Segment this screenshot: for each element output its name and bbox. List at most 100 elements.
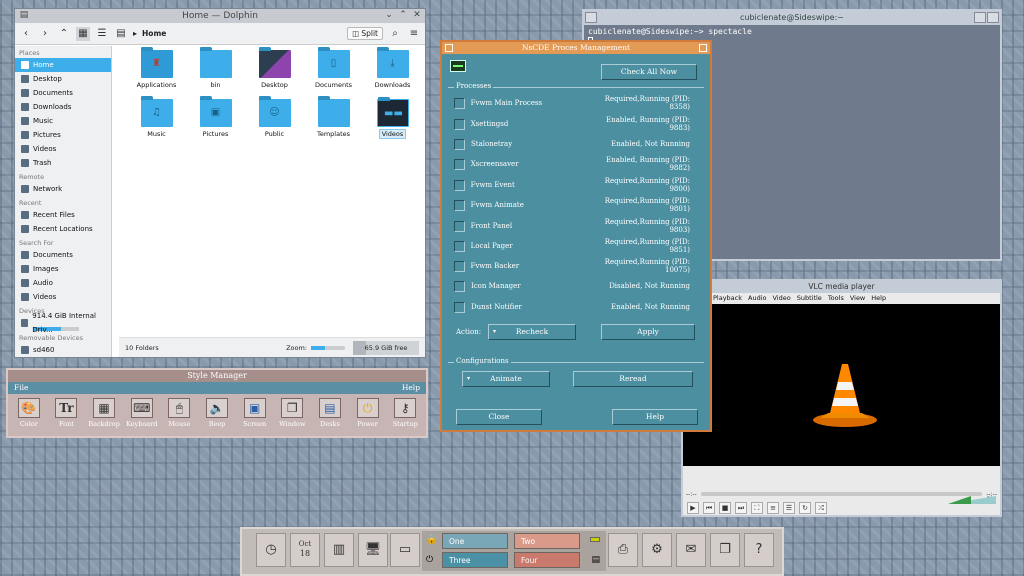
menu-subtitle[interactable]: Subtitle: [797, 293, 822, 304]
folder-pictures[interactable]: ▣ Pictures: [186, 96, 245, 138]
style-backdrop-button[interactable]: ▦ Backdrop: [85, 398, 123, 428]
sidebar-item-search-audio[interactable]: Audio: [15, 276, 111, 290]
check-all-now-button[interactable]: Check All Now: [601, 64, 697, 80]
minimize-icon[interactable]: ⌄: [383, 10, 395, 21]
power-icon[interactable]: ⏻: [426, 555, 433, 565]
menu-file[interactable]: File: [14, 382, 28, 394]
close-icon[interactable]: ✕: [411, 10, 423, 21]
sidebar-item-search-images[interactable]: Images: [15, 262, 111, 276]
sidebar-item-downloads[interactable]: Downloads: [15, 100, 111, 114]
network-manager-icon[interactable]: ⚙: [642, 533, 672, 567]
process-checkbox[interactable]: [454, 179, 465, 191]
folder-music[interactable]: ♫ Music: [127, 96, 186, 138]
maximize-icon[interactable]: ⌃: [397, 10, 409, 21]
process-manager-titlebar[interactable]: NsCDE Proces Management: [442, 42, 710, 54]
process-checkbox[interactable]: [454, 240, 465, 252]
fullscreen-button[interactable]: ⛶: [751, 502, 763, 514]
window-menu-icon[interactable]: ▤: [18, 10, 30, 21]
mail-icon[interactable]: ✉: [676, 533, 706, 567]
action-dropdown[interactable]: ▾ Recheck: [488, 324, 576, 340]
apply-button[interactable]: Apply: [601, 324, 695, 340]
style-power-button[interactable]: ⏻ Power: [349, 398, 387, 428]
sidebar-item-search-documents[interactable]: Documents: [15, 248, 111, 262]
window-menu-icon[interactable]: [445, 44, 453, 52]
hamburger-menu-icon[interactable]: ≡: [407, 27, 421, 41]
sidebar-item-internal-drive[interactable]: 914.4 GiB Internal Driv...: [15, 312, 111, 334]
process-checkbox[interactable]: [454, 138, 465, 150]
playlist-button[interactable]: ☰: [783, 502, 795, 514]
sidebar-item-sd460[interactable]: sd460: [15, 343, 111, 357]
style-startup-button[interactable]: ⚷ Startup: [386, 398, 424, 428]
clock-icon[interactable]: ◷: [256, 533, 286, 567]
style-desks-button[interactable]: ▤ Desks: [311, 398, 349, 428]
sidebar-item-network[interactable]: Network: [15, 182, 111, 196]
help-icon[interactable]: ?: [744, 533, 774, 567]
configuration-dropdown[interactable]: ▾ Animate: [462, 371, 550, 387]
breadcrumb[interactable]: Home: [142, 29, 166, 38]
stop-button[interactable]: ■: [719, 502, 731, 514]
style-manager-titlebar[interactable]: Style Manager: [8, 370, 426, 382]
menu-video[interactable]: Video: [773, 293, 791, 304]
menu-help[interactable]: Help: [402, 382, 420, 394]
lock-icon[interactable]: 🔒: [426, 535, 437, 545]
process-checkbox[interactable]: [454, 301, 465, 313]
folder-public[interactable]: ☺ Public: [245, 96, 304, 138]
close-button[interactable]: Close: [456, 409, 542, 425]
style-font-button[interactable]: Tr Font: [48, 398, 86, 428]
sidebar-item-videos[interactable]: Videos: [15, 142, 111, 156]
previous-button[interactable]: ⏮: [703, 502, 715, 514]
play-button[interactable]: ▶: [687, 502, 699, 514]
terminal-icon[interactable]: 🖥: [358, 533, 388, 567]
style-beep-button[interactable]: 🔈 Beep: [198, 398, 236, 428]
icons-view-icon[interactable]: ▦: [76, 26, 90, 41]
sidebar-item-search-videos[interactable]: Videos: [15, 290, 111, 304]
sidebar-item-recent-locations[interactable]: Recent Locations: [15, 222, 111, 236]
sidebar-item-pictures[interactable]: Pictures: [15, 128, 111, 142]
shuffle-button[interactable]: ⤮: [815, 502, 827, 514]
details-view-icon[interactable]: ▤: [114, 27, 128, 41]
sidebar-item-trash[interactable]: Trash: [15, 156, 111, 170]
sidebar-item-home[interactable]: Home: [15, 58, 111, 72]
terminal-titlebar[interactable]: cubiclenate@Sideswipe:~: [584, 11, 1000, 25]
maximize-icon[interactable]: [987, 12, 999, 23]
process-checkbox[interactable]: [454, 260, 465, 272]
minimize-icon[interactable]: [699, 44, 707, 52]
menu-audio[interactable]: Audio: [748, 293, 766, 304]
compact-view-icon[interactable]: ☰: [95, 27, 109, 41]
sidebar-item-music[interactable]: Music: [15, 114, 111, 128]
folder-downloads[interactable]: ⤓ Downloads: [363, 47, 422, 89]
split-button[interactable]: ◫ Split: [347, 27, 383, 40]
sidebar-item-recent-files[interactable]: Recent Files: [15, 208, 111, 222]
system-info-icon[interactable]: ▤: [591, 555, 600, 565]
style-screen-button[interactable]: ▣ Screen: [236, 398, 274, 428]
workspace-two-button[interactable]: Two: [514, 533, 580, 549]
process-checkbox[interactable]: [454, 280, 465, 292]
process-checkbox[interactable]: [454, 220, 465, 232]
workspace-one-button[interactable]: One: [442, 533, 508, 549]
workspace-three-button[interactable]: Three: [442, 552, 508, 568]
menu-tools[interactable]: Tools: [828, 293, 844, 304]
dolphin-titlebar[interactable]: ▤ Home — Dolphin ⌄ ⌃ ✕: [15, 9, 425, 23]
free-space-indicator[interactable]: 65.9 GiB free: [353, 340, 419, 355]
up-icon[interactable]: ⌃: [57, 27, 71, 41]
reread-button[interactable]: Reread: [573, 371, 693, 387]
sidebar-item-documents[interactable]: Documents: [15, 86, 111, 100]
back-icon[interactable]: ‹: [19, 27, 33, 41]
next-button[interactable]: ⏭: [735, 502, 747, 514]
style-window-button[interactable]: ❐ Window: [273, 398, 311, 428]
zoom-slider[interactable]: [311, 345, 345, 350]
process-checkbox[interactable]: [454, 158, 465, 170]
forward-icon[interactable]: ›: [38, 27, 52, 41]
process-checkbox[interactable]: [454, 199, 465, 211]
process-checkbox[interactable]: [454, 97, 465, 109]
help-button[interactable]: Help: [612, 409, 698, 425]
volume-slider[interactable]: 0%: [942, 496, 996, 514]
window-menu-icon[interactable]: [585, 12, 597, 23]
folder-bin[interactable]: bin: [186, 47, 245, 89]
sidebar-item-desktop[interactable]: Desktop: [15, 72, 111, 86]
seek-slider[interactable]: [700, 492, 983, 496]
style-keyboard-button[interactable]: ⌨ Keyboard: [123, 398, 161, 428]
file-manager-icon[interactable]: ❐: [710, 533, 740, 567]
menu-help[interactable]: Help: [871, 293, 886, 304]
style-mouse-button[interactable]: 🖱 Mouse: [161, 398, 199, 428]
